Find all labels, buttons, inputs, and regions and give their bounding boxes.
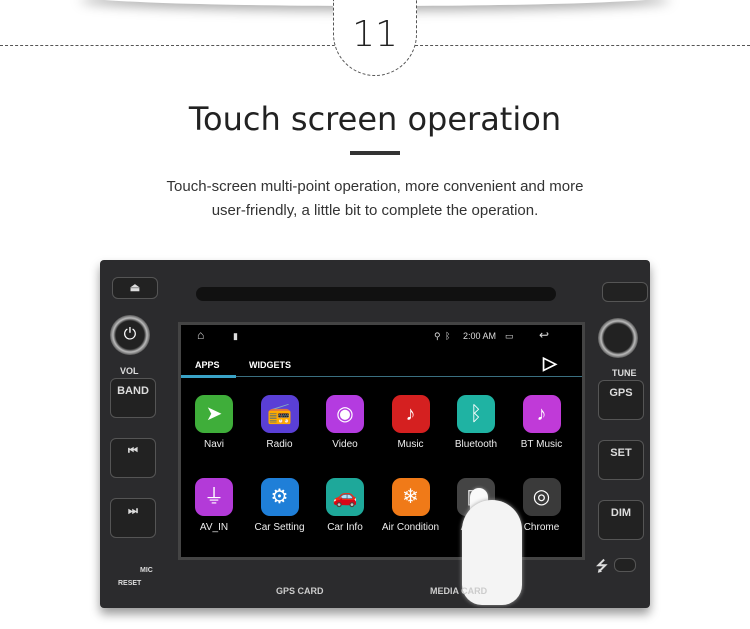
tab-apps[interactable]: APPS [195, 360, 220, 370]
app-air-condition[interactable]: ❄ Air Condition [378, 478, 444, 533]
tune-knob[interactable] [598, 318, 638, 358]
description-line-2: user-friendly, a little bit to complete … [211, 202, 539, 219]
next-button[interactable]: ⏭ [110, 498, 156, 538]
back-icon[interactable]: ↩ [539, 328, 549, 342]
app-label: Music [397, 439, 424, 450]
av-in-icon: ⏚ [195, 478, 233, 516]
app-car-info[interactable]: 🚗 Car Info [312, 478, 378, 533]
app-label: BT Music [520, 439, 563, 450]
vol-label: VOL [120, 366, 139, 376]
home-icon[interactable]: ⌂ [197, 328, 204, 342]
app-bluetooth[interactable]: ᛒ Bluetooth [443, 395, 509, 450]
description-line-1: Touch-screen multi-point operation, more… [166, 178, 584, 195]
bluetooth-icon: ᛒ [457, 395, 495, 433]
app-label: Navi [203, 439, 224, 450]
prev-button[interactable]: ⏮ [110, 438, 156, 478]
play-store-icon[interactable]: ▷ [543, 353, 557, 374]
touch-screen: ⌂ ▮ ⚲ ᛒ 2:00 AM ▭ ↩ APPS WIDGETS ▷ ➤ Navi… [178, 322, 585, 560]
tab-widgets[interactable]: WIDGETS [249, 360, 291, 370]
app-video[interactable]: ◉ Video [312, 395, 378, 450]
tab-divider [181, 376, 582, 377]
app-music[interactable]: ♪ Music [378, 395, 444, 450]
tune-label: TUNE [612, 368, 637, 378]
dim-button[interactable]: DIM [598, 500, 644, 540]
car-icon: 🚗 [326, 478, 364, 516]
mic-label: MIC [140, 567, 153, 574]
reset-button[interactable]: RESET [118, 580, 141, 587]
tab-indicator [181, 375, 236, 378]
usb-port[interactable] [614, 558, 636, 572]
section-number: 11 [352, 14, 398, 55]
music-icon: ♪ [391, 395, 430, 433]
gear-icon: ⚙ [260, 478, 299, 516]
app-av-in[interactable]: ⏚ AV_IN [181, 478, 247, 533]
page-title: Touch screen operation [188, 100, 562, 138]
media-card-slot: MEDIA CARD [430, 586, 488, 596]
location-icon: ⚲ [434, 331, 441, 341]
gps-card-slot: GPS CARD [276, 586, 324, 596]
app-label: AV_IN [199, 522, 229, 533]
clock: 2:00 AM [463, 331, 497, 341]
app-label: Radio [266, 439, 293, 450]
sd-card-icon: ▮ [233, 331, 238, 341]
eject-button[interactable]: ⏏ [112, 277, 158, 299]
set-button[interactable]: SET [598, 440, 644, 480]
band-button[interactable]: BAND [110, 378, 156, 418]
app-car-setting[interactable]: ⚙ Car Setting [247, 478, 313, 533]
title-underline [350, 151, 400, 155]
divider-right [410, 45, 750, 46]
navigation-icon: ➤ [195, 395, 233, 433]
bluetooth-status-icon: ᛒ [445, 331, 451, 341]
app-navi[interactable]: ➤ Navi [181, 395, 247, 450]
divider-left [0, 45, 340, 46]
usb-icon: ⭍ [596, 558, 608, 574]
video-icon: ◉ [326, 395, 364, 433]
app-label: Car Setting [254, 522, 305, 533]
chrome-icon: ◎ [522, 478, 561, 516]
app-label: Video [332, 439, 358, 450]
app-label: Bluetooth [454, 439, 498, 450]
gps-button[interactable]: GPS [598, 380, 644, 420]
radio-icon: 📻 [260, 395, 299, 433]
recent-apps-icon[interactable]: ▭ [505, 331, 514, 342]
app-radio[interactable]: 📻 Radio [247, 395, 313, 450]
air-condition-icon: ❄ [391, 478, 430, 516]
power-volume-knob[interactable]: ⏻ [110, 315, 150, 355]
app-label: Car Info [327, 522, 363, 533]
top-right-button[interactable] [602, 282, 648, 302]
bt-music-icon: ♪ [522, 395, 561, 433]
app-bt-music[interactable]: ♪ BT Music [509, 395, 575, 450]
cd-slot [196, 287, 556, 301]
app-label: Air Condition [381, 522, 440, 533]
